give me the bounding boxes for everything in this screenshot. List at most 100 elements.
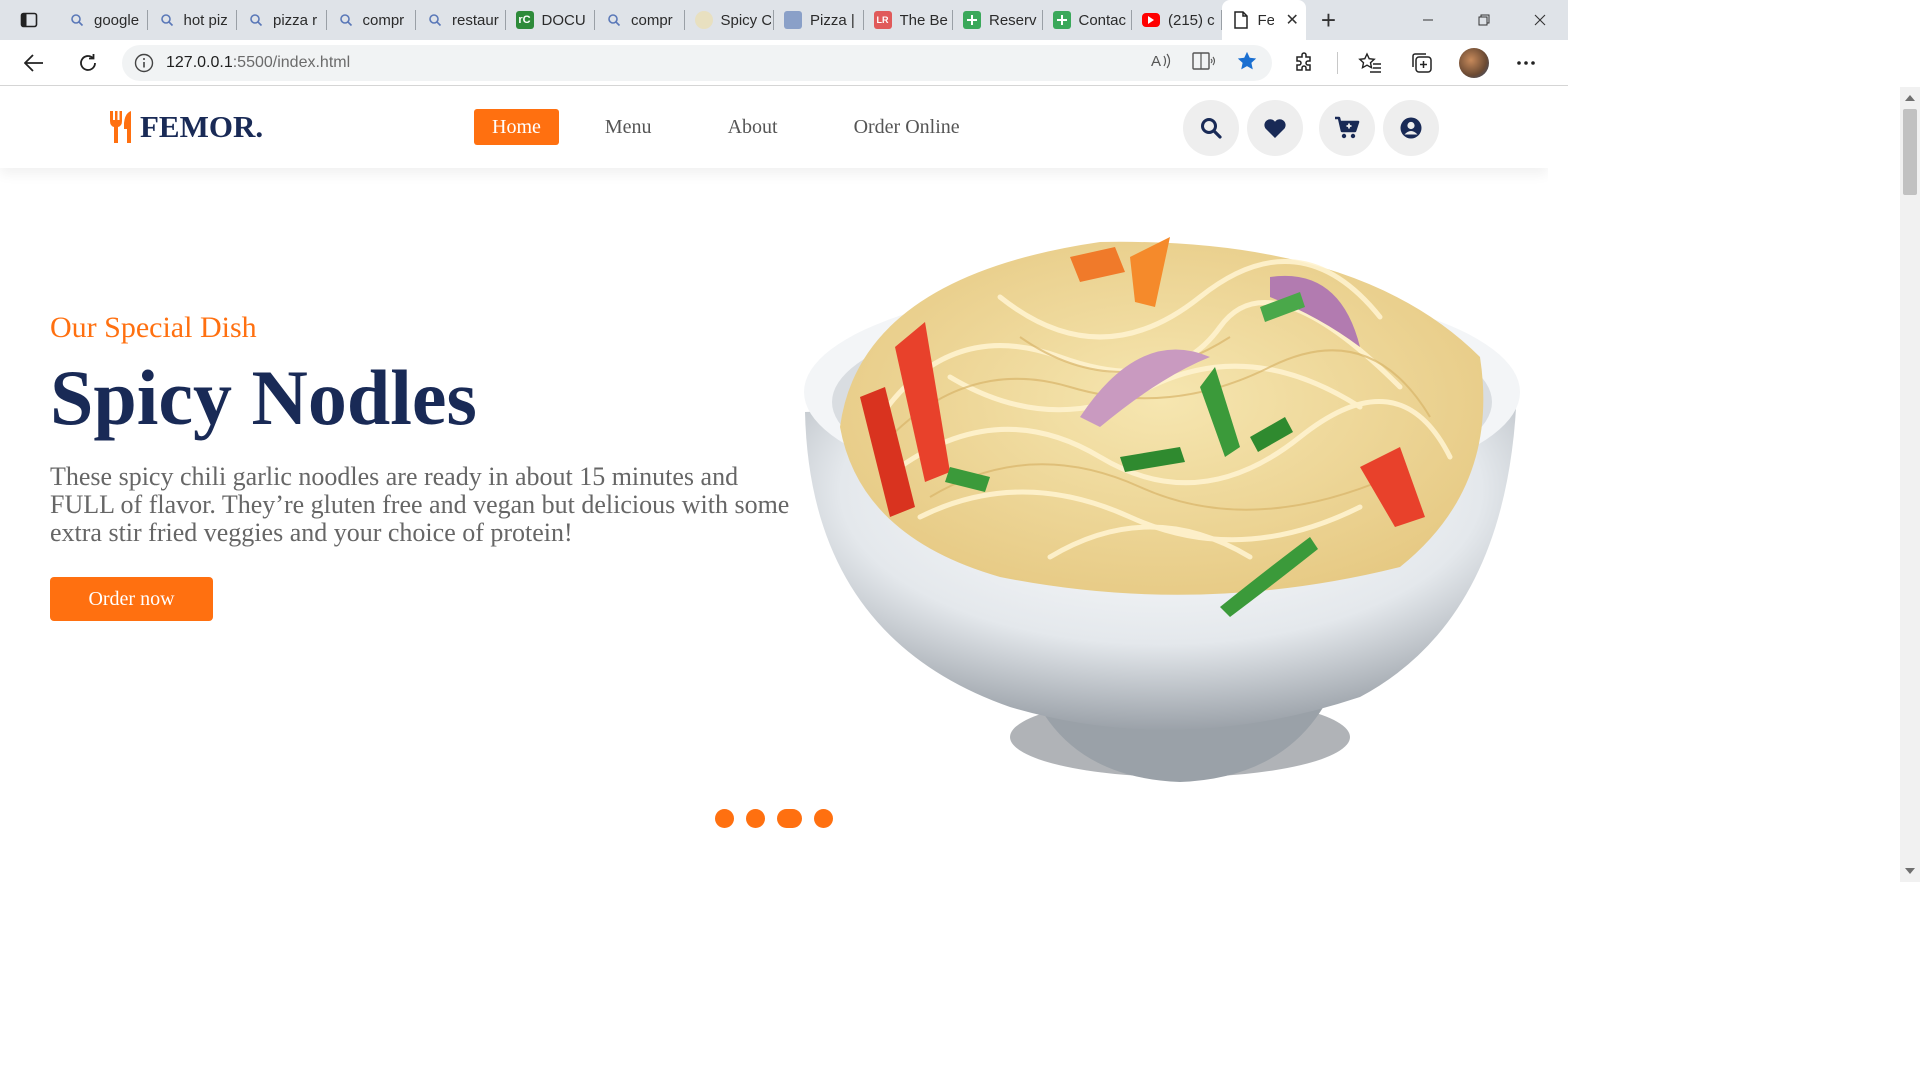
avatar: [1459, 48, 1489, 78]
browser-tab[interactable]: LR The Be: [864, 0, 954, 40]
search-icon: [605, 11, 623, 29]
close-tab-icon[interactable]: ✕: [1286, 10, 1299, 30]
lr-favicon: LR: [873, 11, 892, 29]
rc-favicon: rC: [515, 11, 534, 29]
nav-item-home[interactable]: Home: [474, 109, 559, 145]
site-logo[interactable]: FEMOR.: [108, 109, 263, 145]
browser-tab[interactable]: hot piz: [148, 0, 238, 40]
note-favicon: [694, 11, 713, 29]
minimize-icon: [1423, 19, 1433, 21]
tab-label: compr: [631, 11, 673, 29]
collections-button[interactable]: [1402, 43, 1442, 83]
tab-label: (215) c: [1168, 11, 1215, 29]
page-scrollbar[interactable]: [1900, 87, 1920, 882]
wishlist-button[interactable]: [1247, 100, 1303, 156]
tab-label: Contac: [1078, 11, 1127, 29]
more-dots-icon: [1517, 61, 1535, 65]
browser-tab[interactable]: Pizza |: [774, 0, 864, 40]
hero-title: Spicy Nodles: [50, 354, 477, 441]
browser-tab[interactable]: pizza r: [237, 0, 327, 40]
search-icon: [68, 11, 86, 29]
immersive-reader-icon[interactable]: [1192, 51, 1216, 76]
toolbar-divider: [1337, 52, 1338, 74]
browser-tab[interactable]: Spicy C: [685, 0, 775, 40]
page-viewport: FEMOR. Home Menu About Order Online Our: [0, 87, 1548, 882]
tab-actions-button[interactable]: [0, 0, 58, 40]
site-header: FEMOR. Home Menu About Order Online: [0, 87, 1548, 168]
tab-label: hot piz: [183, 11, 228, 29]
nav-item-menu[interactable]: Menu: [587, 109, 670, 145]
page-icon: [1232, 11, 1250, 29]
cart-button[interactable]: [1319, 100, 1375, 156]
tab-label: compr: [362, 11, 405, 29]
url-text: 127.0.0.1:5500/index.html: [166, 54, 350, 72]
nav-item-about[interactable]: About: [710, 109, 796, 145]
plus-favicon: [963, 11, 981, 29]
tab-label: pizza r: [273, 11, 318, 29]
header-icons: [1183, 100, 1439, 156]
noodle-bowl-image: [804, 237, 1520, 782]
hero-description: These spicy chili garlic noodles are rea…: [50, 462, 790, 547]
slider-dot[interactable]: [746, 809, 765, 828]
search-button[interactable]: [1183, 100, 1239, 156]
scrollbar-thumb[interactable]: [1903, 109, 1917, 195]
slider-dot-active[interactable]: [777, 809, 802, 828]
account-button[interactable]: [1383, 100, 1439, 156]
plus-icon: +: [1320, 4, 1337, 35]
browser-tab[interactable]: google: [58, 0, 148, 40]
restore-button[interactable]: [1456, 0, 1512, 40]
close-window-button[interactable]: [1512, 0, 1568, 40]
url-path: :5500/index.html: [232, 54, 351, 71]
browser-tab[interactable]: rC DOCU: [506, 0, 596, 40]
extensions-button[interactable]: [1285, 43, 1325, 83]
browser-tab[interactable]: compr: [595, 0, 685, 40]
profile-button[interactable]: [1454, 43, 1494, 83]
scroll-up-arrow-icon[interactable]: [1905, 95, 1915, 101]
slider-dot[interactable]: [715, 809, 734, 828]
user-circle-icon: [1400, 117, 1422, 139]
browser-tab[interactable]: compr: [327, 0, 417, 40]
tab-label: restaur: [452, 11, 499, 29]
address-bar[interactable]: 127.0.0.1:5500/index.html A: [122, 45, 1272, 81]
browser-tab[interactable]: (215) c: [1132, 0, 1222, 40]
slider-dot[interactable]: [814, 809, 833, 828]
favorites-list-icon: [1358, 52, 1381, 73]
nav-item-order-online[interactable]: Order Online: [836, 109, 978, 145]
search-icon: [1201, 118, 1222, 139]
tab-label: Fe: [1257, 11, 1274, 29]
scroll-down-arrow-icon[interactable]: [1905, 868, 1915, 874]
search-icon: [158, 11, 176, 29]
site-info-icon[interactable]: [122, 53, 166, 73]
heart-icon: [1264, 119, 1286, 138]
settings-more-button[interactable]: [1506, 43, 1546, 83]
collections-icon: [1412, 53, 1432, 73]
new-tab-button[interactable]: +: [1306, 0, 1352, 40]
url-host: 127.0.0.1: [166, 54, 233, 71]
order-now-button[interactable]: Order now: [50, 577, 213, 621]
browser-tab-strip: google hot piz pizza r compr restaur rC …: [0, 0, 1568, 40]
read-aloud-icon[interactable]: A: [1150, 51, 1172, 76]
tab-actions-icon: [20, 12, 38, 28]
pizza-favicon: [784, 11, 802, 29]
browser-tab-active[interactable]: Fe ✕: [1221, 0, 1306, 40]
youtube-icon: [1142, 13, 1160, 27]
browser-toolbar: 127.0.0.1:5500/index.html A: [0, 40, 1568, 86]
tab-label: google: [94, 11, 140, 29]
back-button[interactable]: [14, 43, 54, 83]
browser-tab[interactable]: Contac: [1043, 0, 1133, 40]
tab-label: The Be: [899, 11, 948, 29]
minimize-button[interactable]: [1400, 0, 1456, 40]
browser-tab[interactable]: restaur: [416, 0, 506, 40]
search-icon: [337, 11, 355, 29]
hero-subtitle: Our Special Dish: [50, 311, 257, 344]
refresh-button[interactable]: [68, 43, 108, 83]
plus-favicon: [1052, 11, 1071, 29]
favorite-star-icon[interactable]: [1236, 50, 1258, 77]
browser-tab[interactable]: Reserv: [953, 0, 1043, 40]
favorites-button[interactable]: [1350, 43, 1390, 83]
window-controls: [1400, 0, 1568, 40]
close-icon: [1534, 14, 1546, 26]
back-arrow-icon: [24, 54, 43, 72]
tab-label: Pizza |: [810, 11, 855, 29]
tab-label: Spicy C: [720, 11, 771, 29]
